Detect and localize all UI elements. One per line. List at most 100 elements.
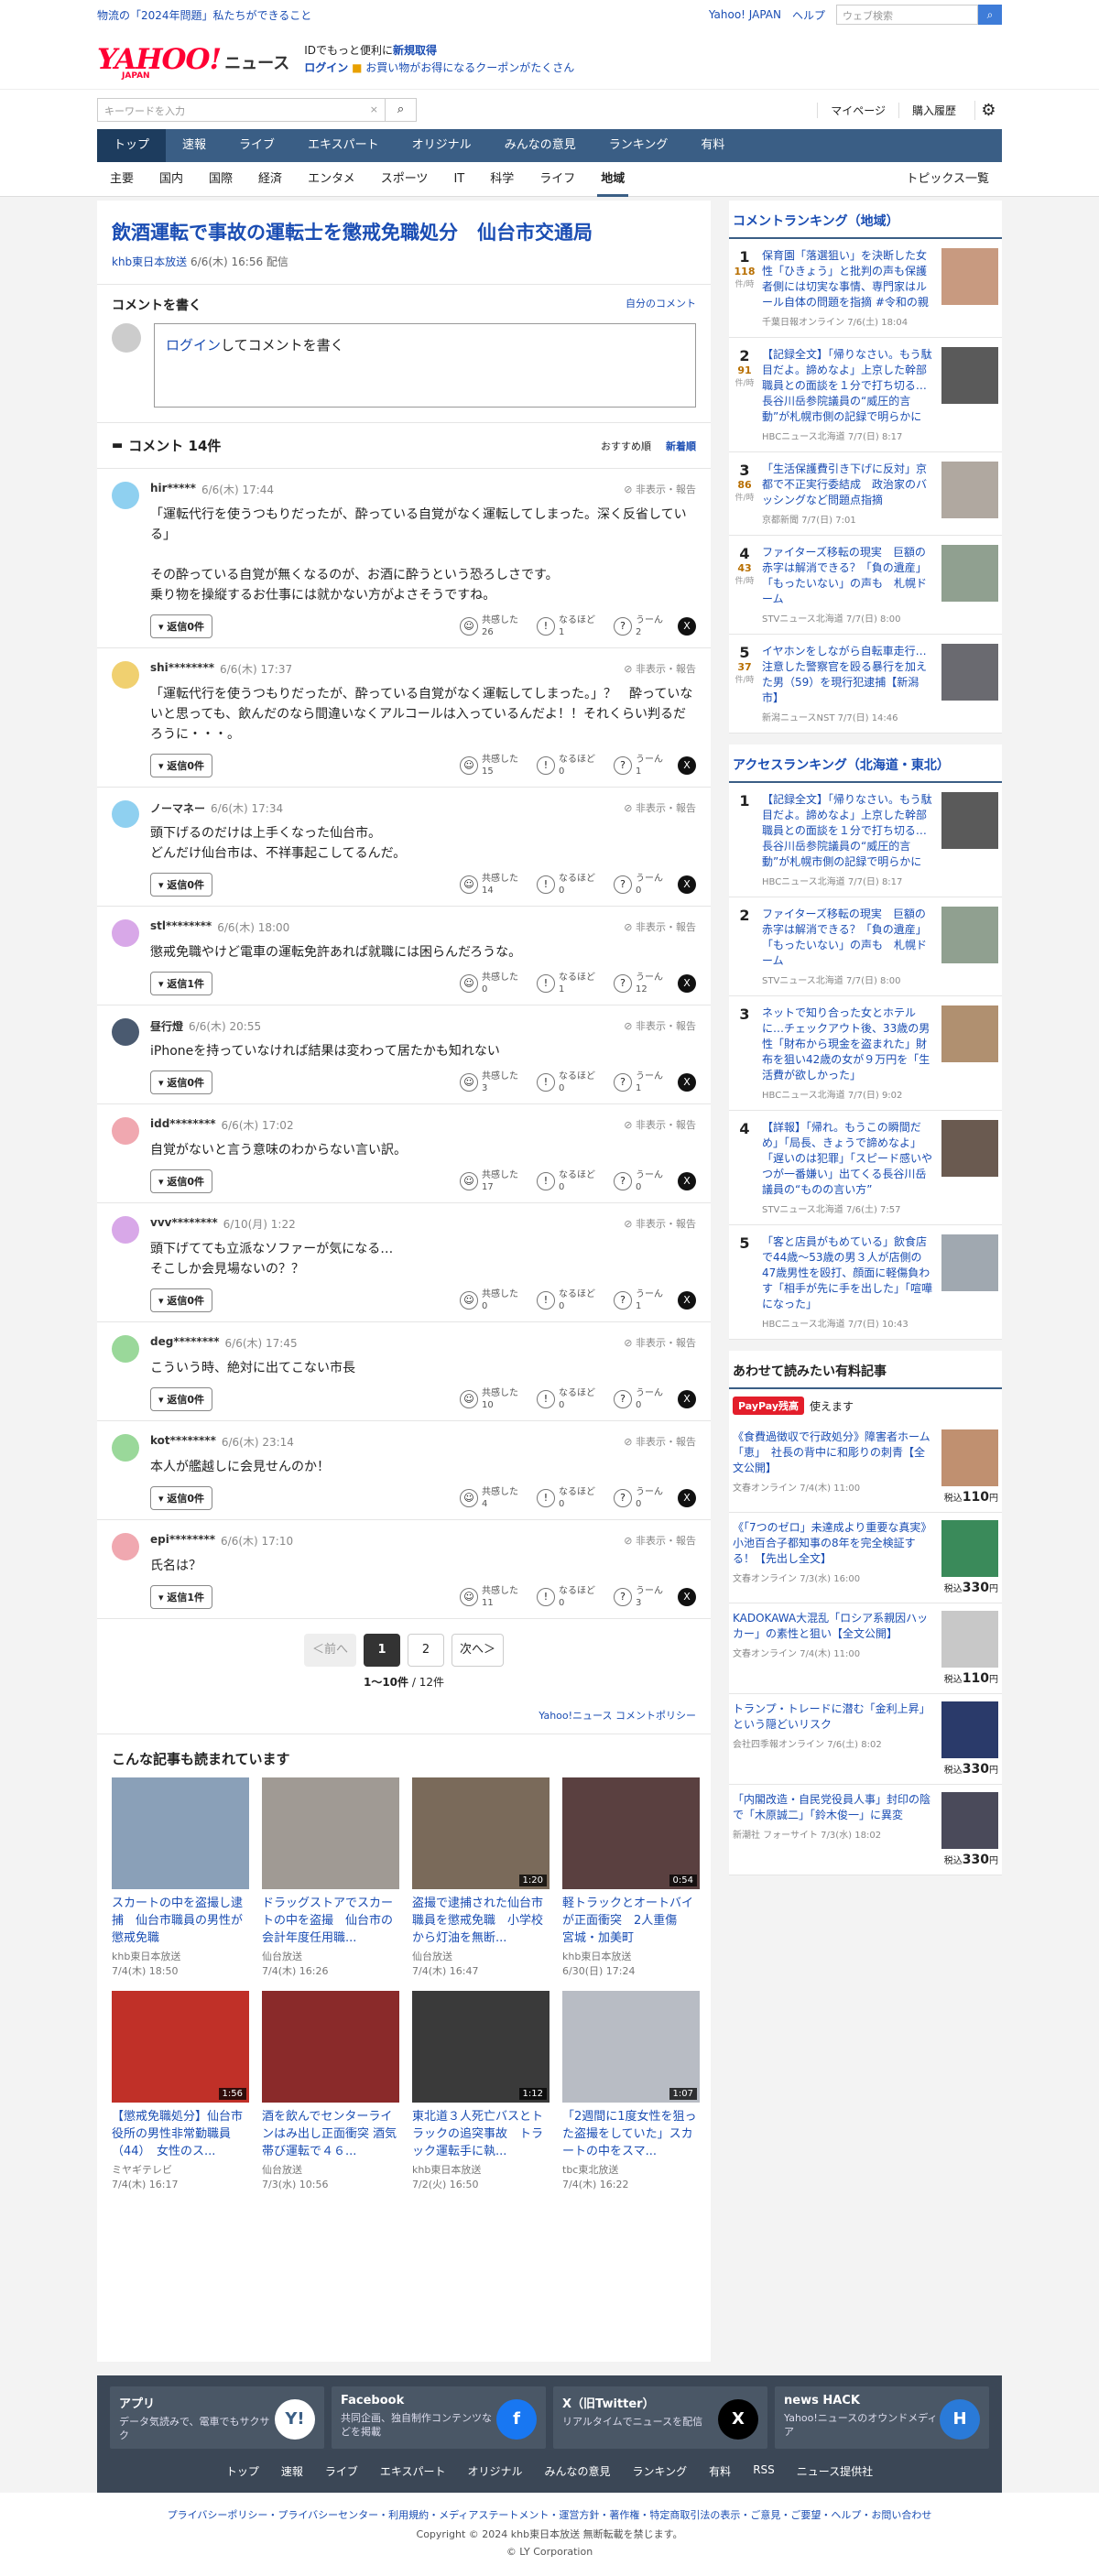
ranking-title[interactable]: 「生活保護費引き下げに反対」京都で不正実行委結成 政治家のバッシングなど問題点指… [762,462,934,508]
hmm-button[interactable]: ? うーん 0 [614,1169,672,1193]
paid-title[interactable]: 《食費過徴収で行政処分》障害者ホーム「恵」 社長の背中に和彫りの刺青【全文公開】 [733,1429,934,1476]
empathy-button[interactable]: ☺ 共感した 26 [460,614,518,638]
hide-report-link[interactable]: ⊘ 非表示・報告 [624,1335,696,1351]
x-share-icon[interactable]: X [678,756,696,775]
related-card[interactable]: 1:12 東北道３人死亡バスとトラックの追突事故 トラック運転手に執... khb東… [412,1991,550,2191]
footer-link[interactable]: 有料 [698,2463,742,2479]
paid-thumbnail[interactable] [941,1701,998,1758]
comment-user[interactable]: deg******** [150,1335,220,1351]
ranking-item[interactable]: 3 ネットで知り合った女とホテルに…チェックアウト後、33歳の男性「財布から現金を… [729,996,1002,1111]
topics-list-link[interactable]: トピックス一覧 [893,162,1002,197]
ranking-thumbnail[interactable] [941,462,998,518]
related-thumbnail[interactable]: 1:12 [412,1991,550,2103]
ranking-item[interactable]: 4 【詳報】「帰れ。もうこの瞬間だめ」「局長、きょうで諦めなよ」「遅いのは犯罪」「… [729,1111,1002,1225]
ranking-item[interactable]: 5 「客と店員がもめている」飲食店で44歳〜53歳の男３人が店側の47歳男性を殴打… [729,1225,1002,1340]
naruhodo-button[interactable]: ! なるほど 0 [537,754,595,777]
naruhodo-button[interactable]: ! なるほど 0 [537,1387,595,1411]
hmm-button[interactable]: ? うーん 12 [614,972,672,995]
related-title[interactable]: ドラッグストアでスカートの中を盗撮 仙台市の会計年度任用職... [262,1895,399,1947]
ranking-item[interactable]: 3 86 件/時 「生活保護費引き下げに反対」京都で不正実行委結成 政治家のバッシング… [729,452,1002,536]
my-comments-link[interactable]: 自分のコメント [626,296,696,314]
naruhodo-button[interactable]: ! なるほど 0 [537,873,595,897]
footer-link[interactable]: ニュース提供社 [786,2463,884,2479]
gnav-item[interactable]: オリジナル [396,129,488,162]
paid-item[interactable]: 「内閣改造・自民党役員人事」封印の陰で「木原誠二」「鈴木俊一」に異変 新潮社 フォ… [729,1785,1002,1875]
sort-newest[interactable]: 新着順 [666,439,696,453]
x-share-icon[interactable]: X [678,1073,696,1092]
x-share-icon[interactable]: X [678,1291,696,1310]
hide-report-link[interactable]: ⊘ 非表示・報告 [624,661,696,677]
naruhodo-button[interactable]: ! なるほど 0 [537,1288,595,1312]
reply-button[interactable]: ▾ 返信0件 [150,1169,213,1193]
ranking-item[interactable]: 1 118 件/時 保育園「落選狙い」を決断した女性「ひきょう」と批判の声も保護者側に… [729,239,1002,338]
ranking-item[interactable]: 4 43 件/時 ファイターズ移転の現実 巨額の赤字は解消できる？「負の遺産」「もった… [729,536,1002,635]
reply-button[interactable]: ▾ 返信0件 [150,1486,213,1510]
x-share-icon[interactable]: X [678,1588,696,1606]
mypage-link[interactable]: マイページ [817,102,898,118]
reply-button[interactable]: ▾ 返信1件 [150,1585,213,1609]
comment-policy-link[interactable]: Yahoo!ニュース コメントポリシー [97,1690,711,1734]
paid-item[interactable]: 《「7つのゼロ」未達成より重要な真実》小池百合子都知事の8年を完全検証する！【先… [729,1513,1002,1603]
prev-page-button[interactable]: ＜前へ [303,1634,356,1667]
ranking-thumbnail[interactable] [941,644,998,701]
related-card[interactable]: 酒を飲んでセンターラインはみ出し正面衝突 酒気帯び運転で４６... 仙台放送 7/3… [262,1991,399,2191]
category-tab[interactable]: 経済 [245,162,295,197]
footer-link[interactable]: RSS [742,2463,786,2479]
related-title[interactable]: スカートの中を盗撮し逮捕 仙台市職員の男性が懲戒免職 [112,1895,249,1947]
promo-link[interactable]: 物流の「2024年問題」私たちができること [97,7,709,23]
comment-user[interactable]: kot******** [150,1434,216,1450]
hmm-button[interactable]: ? うーん 3 [614,1585,672,1609]
help-link[interactable]: ヘルプ [792,7,825,23]
footer-card[interactable]: news HACK Yahoo!ニュースのオウンドメディア H [775,2386,989,2449]
gear-icon[interactable]: ⚙ [974,100,1002,120]
comment-user[interactable]: ノーマネー [150,800,205,816]
gnav-item[interactable]: 速報 [166,129,223,162]
ranking-thumbnail[interactable] [941,545,998,602]
reply-button[interactable]: ▾ 返信0件 [150,1288,213,1312]
related-thumbnail[interactable]: 1:20 [412,1777,550,1889]
category-tab[interactable]: スポーツ [368,162,441,197]
comment-input[interactable]: ログインしてコメントを書く [154,323,696,408]
comment-user[interactable]: vvv******** [150,1216,218,1232]
ranking-title[interactable]: 保育園「落選狙い」を決断した女性「ひきょう」と批判の声も保護者側には切実な事情、… [762,248,934,310]
yahoo-news-logo[interactable]: YAHOO! JAPAN ニュース [97,43,289,82]
naruhodo-button[interactable]: ! なるほど 0 [537,1071,595,1094]
related-thumbnail[interactable] [262,1991,399,2103]
yahoo-japan-link[interactable]: Yahoo! JAPAN [709,8,781,21]
next-page-button[interactable]: 次へ＞ [452,1634,505,1667]
news-search-input[interactable]: キーワードを入力 × [97,98,386,122]
reply-button[interactable]: ▾ 返信0件 [150,1387,213,1411]
legal-links[interactable]: プライバシーポリシー・プライバシーセンター・利用規約・メディアステートメント・運… [0,2507,1099,2522]
paid-item[interactable]: KADOKAWA大混乱「ロシア系親因ハッカー」の素性と狙い【全文公開】 文春オンラ… [729,1603,1002,1694]
x-share-icon[interactable]: X [678,1390,696,1408]
reply-button[interactable]: ▾ 返信0件 [150,754,213,777]
category-tab[interactable]: ライフ [527,162,588,197]
ranking-item[interactable]: 2 ファイターズ移転の現実 巨額の赤字は解消できる？「負の遺産」「もったいない」の… [729,897,1002,996]
comment-login-link[interactable]: ログイン [166,337,221,353]
category-tab[interactable]: 国際 [196,162,245,197]
related-thumbnail[interactable] [112,1777,249,1889]
article-title[interactable]: 飲酒運転で事故の運転士を懲戒免職処分 仙台市交通局 [112,219,696,246]
hide-report-link[interactable]: ⊘ 非表示・報告 [624,800,696,816]
page-1-button[interactable]: 1 [364,1634,400,1667]
reply-button[interactable]: ▾ 返信1件 [150,972,213,995]
related-card[interactable]: 1:07 「2週間に1度女性を狙った盗撮をしていた」スカートの中をスマ... tbc… [562,1991,700,2191]
related-title[interactable]: 【懲戒免職処分】仙台市役所の男性非常勤職員（44） 女性のス... [112,2108,249,2160]
comment-user[interactable]: shi******** [150,661,214,677]
web-search-input[interactable]: ウェブ検索 [836,5,978,25]
related-thumbnail[interactable] [262,1777,399,1889]
x-share-icon[interactable]: X [678,875,696,894]
paid-item[interactable]: トランプ・トレードに潜む「金利上昇」という隠どいリスク 会社四季報オンライン 7/… [729,1694,1002,1785]
x-share-icon[interactable]: X [678,617,696,636]
footer-link[interactable]: ライブ [314,2463,369,2479]
empathy-button[interactable]: ☺ 共感した 4 [460,1486,518,1510]
comment-user[interactable]: stl******** [150,919,212,935]
comment-user[interactable]: hir***** [150,482,196,497]
related-thumbnail[interactable]: 1:07 [562,1991,700,2103]
empathy-button[interactable]: ☺ 共感した 17 [460,1169,518,1193]
category-tab[interactable]: 国内 [147,162,196,197]
hmm-button[interactable]: ? うーん 1 [614,1071,672,1094]
naruhodo-button[interactable]: ! なるほど 0 [537,1486,595,1510]
paid-title[interactable]: トランプ・トレードに潜む「金利上昇」という隠どいリスク [733,1701,934,1733]
ranking-thumbnail[interactable] [941,1005,998,1062]
